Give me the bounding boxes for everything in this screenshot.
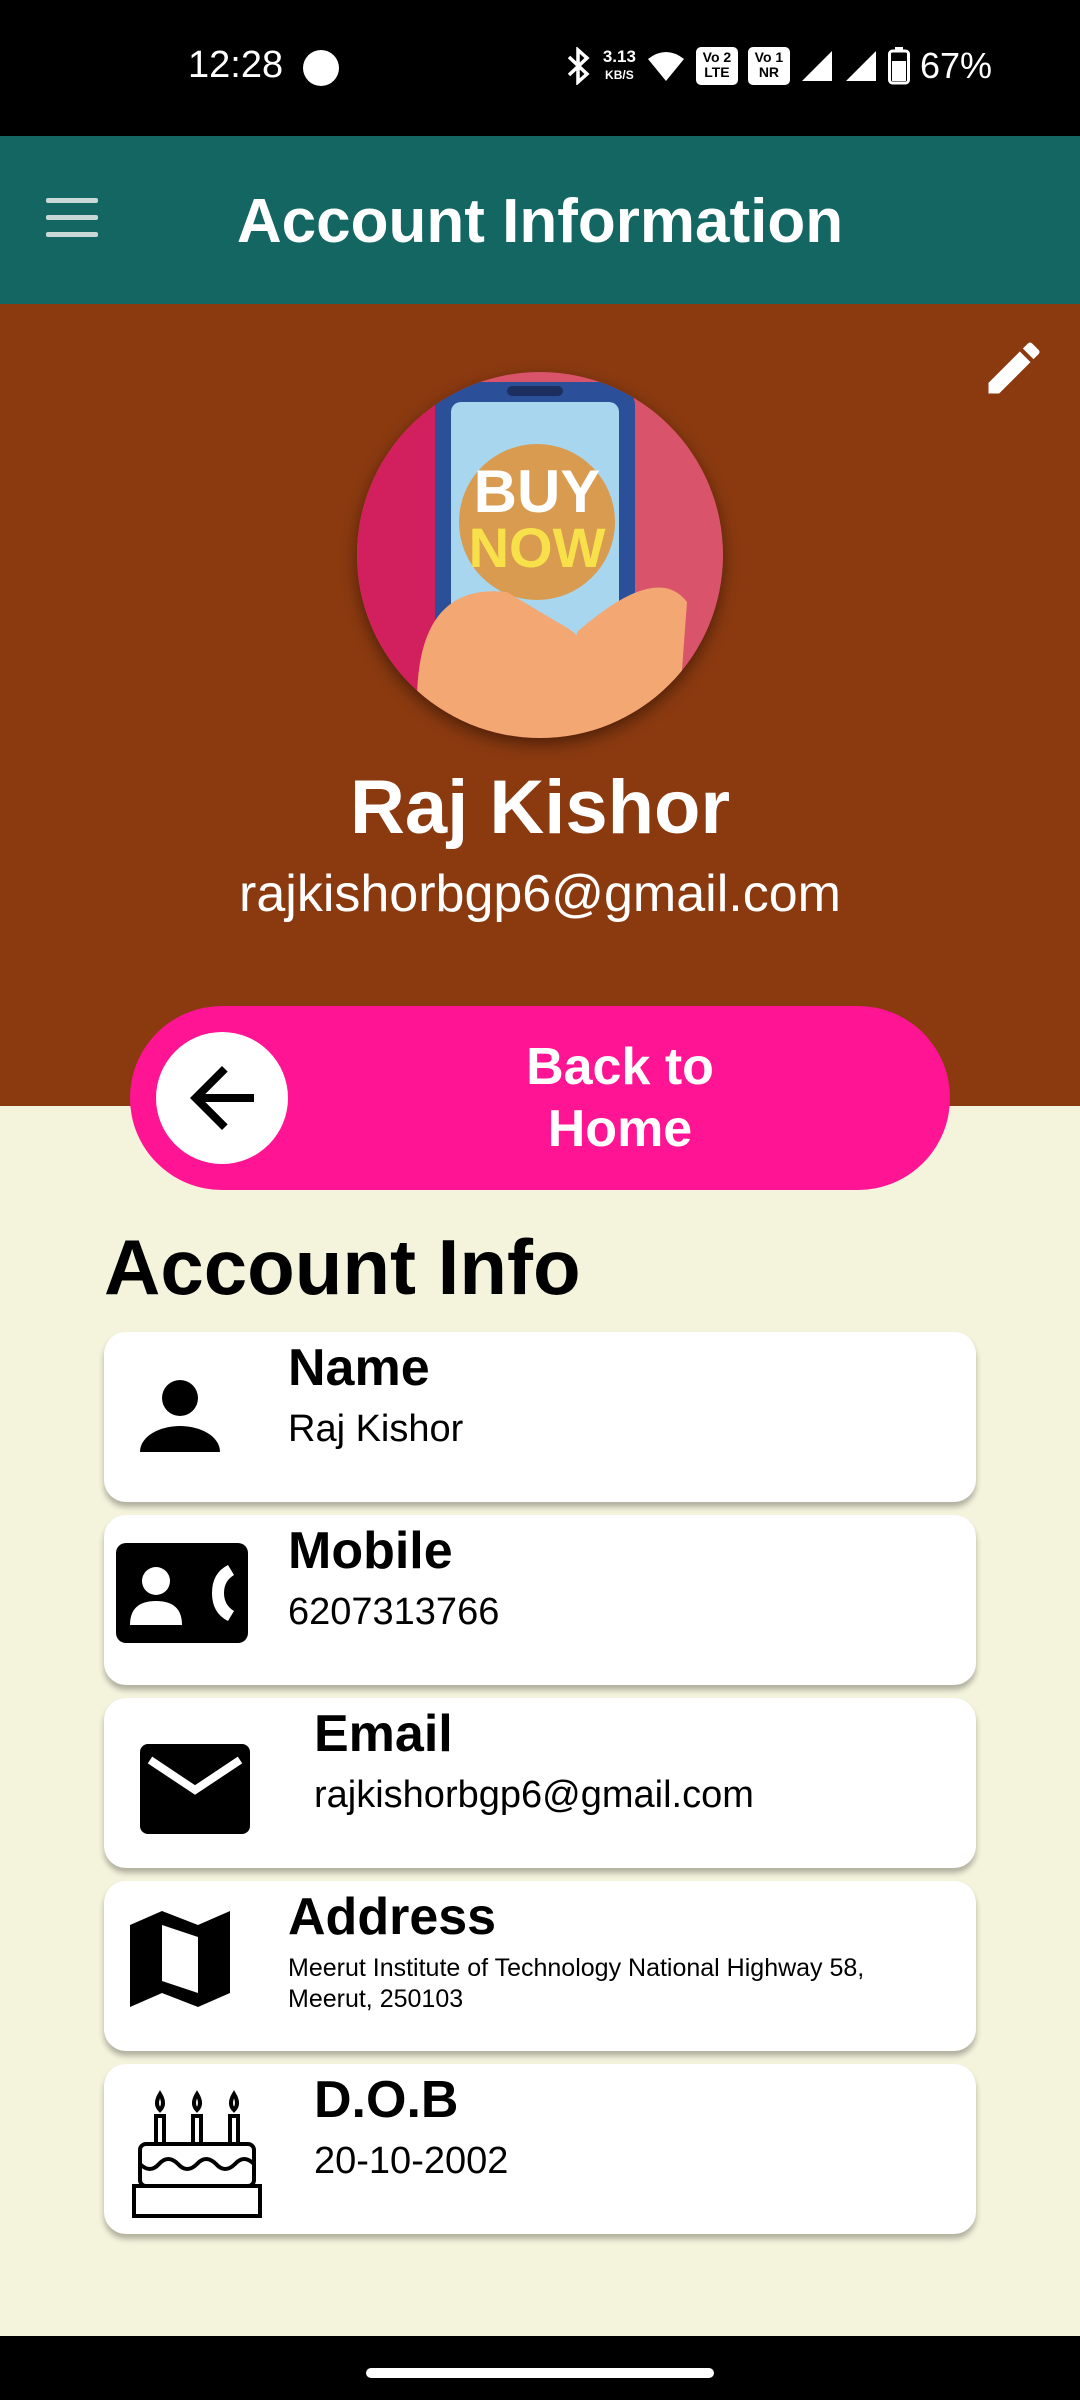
person-icon xyxy=(132,1368,228,1464)
notification-dot-icon xyxy=(303,50,339,86)
card-label: Email xyxy=(314,1705,453,1763)
card-value: 20-10-2002 xyxy=(314,2140,509,2182)
volte-lte-badge: Vo 2 LTE xyxy=(695,47,738,85)
back-icon-circle xyxy=(156,1032,288,1164)
back-to-home-button[interactable]: Back to Home xyxy=(130,1006,950,1190)
info-card-mobile: Mobile 6207313766 xyxy=(104,1515,976,1685)
pencil-icon[interactable] xyxy=(980,334,1048,402)
battery-percent: 67% xyxy=(919,45,992,86)
signal-icon-2 xyxy=(844,49,878,83)
contact-phone-icon xyxy=(116,1543,248,1643)
volte-nr-badge: Vo 1 NR xyxy=(747,47,790,85)
page-title: Account Information xyxy=(236,187,844,256)
avatar-text-now: NOW xyxy=(469,516,606,579)
avatar: BUY NOW xyxy=(357,372,723,738)
bluetooth-icon xyxy=(565,47,593,85)
back-button-label: Back to Home xyxy=(526,1038,714,1158)
card-value: 6207313766 xyxy=(288,1591,500,1633)
info-card-email: Email rajkishorbgp6@gmail.com xyxy=(104,1698,976,1868)
section-title: Account Info xyxy=(104,1223,581,1311)
battery-icon xyxy=(887,47,910,85)
arrow-left-icon xyxy=(190,1066,254,1130)
info-card-dob: D.O.B 20-10-2002 xyxy=(104,2064,976,2234)
status-icons: 3.13 KB/S Vo 2 LTE Vo 1 NR 67% xyxy=(565,40,992,92)
profile-header: BUY NOW Raj Kishor rajkishorbgp6@gmail.c… xyxy=(0,304,1080,1106)
map-icon xyxy=(130,1907,230,2011)
card-value: Meerut Institute of Technology National … xyxy=(288,1954,865,2013)
card-label: D.O.B xyxy=(314,2071,459,2129)
status-bar: 12:28 3.13 KB/S Vo 2 LTE Vo 1 NR 67% xyxy=(0,0,1080,136)
card-label: Address xyxy=(288,1888,497,1946)
gesture-nav-handle[interactable] xyxy=(366,2368,714,2378)
avatar-text-buy: BUY xyxy=(474,458,601,525)
info-card-name: Name Raj Kishor xyxy=(104,1332,976,1502)
card-label: Mobile xyxy=(288,1522,453,1580)
profile-name: Raj Kishor xyxy=(349,765,731,850)
net-speed: 3.13 KB/S xyxy=(602,47,636,83)
profile-email: rajkishorbgp6@gmail.com xyxy=(239,865,841,923)
wifi-icon xyxy=(646,49,686,83)
info-card-address: Address Meerut Institute of Technology N… xyxy=(104,1881,976,2051)
card-label: Name xyxy=(288,1339,430,1397)
birthday-cake-icon xyxy=(130,2090,264,2222)
status-time: 12:28 xyxy=(188,44,284,86)
app-bar: Account Information xyxy=(0,136,1080,304)
card-value: rajkishorbgp6@gmail.com xyxy=(314,1774,754,1816)
signal-icon-1 xyxy=(800,49,834,83)
card-value: Raj Kishor xyxy=(288,1408,464,1450)
mail-icon xyxy=(140,1744,250,1834)
